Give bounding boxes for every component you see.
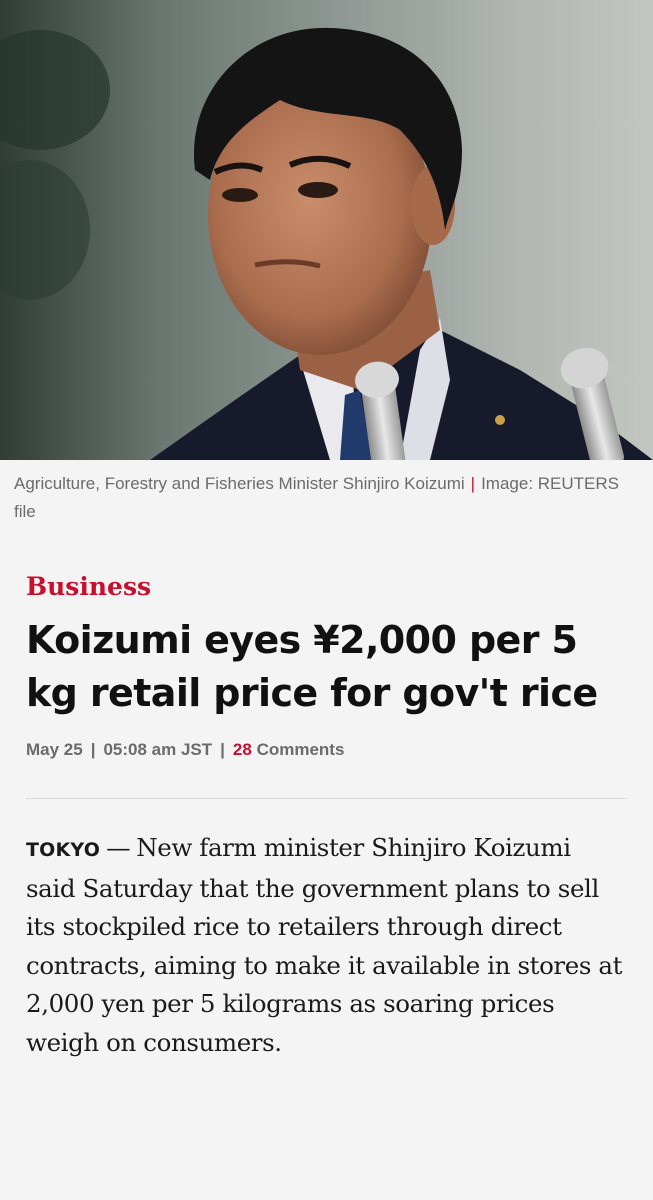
publish-time: 05:08 am JST	[103, 740, 213, 759]
comments-label: Comments	[256, 740, 345, 759]
meta-separator: |	[90, 740, 96, 759]
article-headline: Koizumi eyes ¥2,000 per 5 kg retail pric…	[26, 618, 598, 715]
divider	[26, 798, 627, 799]
dateline-dash: —	[106, 833, 131, 862]
article-meta: May 25 | 05:08 am JST | 28 Comments	[26, 738, 627, 762]
comments-link[interactable]: 28 Comments	[233, 740, 345, 759]
article-lead: TOKYO — New farm minister Shinjiro Koizumi…	[26, 829, 627, 1062]
lead-text: New farm minister Shinjiro Koizumi said …	[26, 833, 623, 1057]
dateline: TOKYO	[26, 839, 101, 861]
category-link[interactable]: Business	[26, 570, 627, 604]
hero-image[interactable]	[0, 0, 653, 460]
image-caption: Agriculture, Forestry and Fisheries Mini…	[0, 460, 653, 570]
caption-text: Agriculture, Forestry and Fisheries Mini…	[14, 474, 465, 493]
caption-separator: |	[470, 474, 476, 493]
publish-date: May 25	[26, 740, 83, 759]
comment-count: 28	[232, 740, 252, 759]
hero-photo	[0, 0, 653, 460]
article: Business Koizumi eyes ¥2,000 per 5 kg re…	[0, 570, 653, 1062]
meta-separator: |	[220, 740, 225, 759]
